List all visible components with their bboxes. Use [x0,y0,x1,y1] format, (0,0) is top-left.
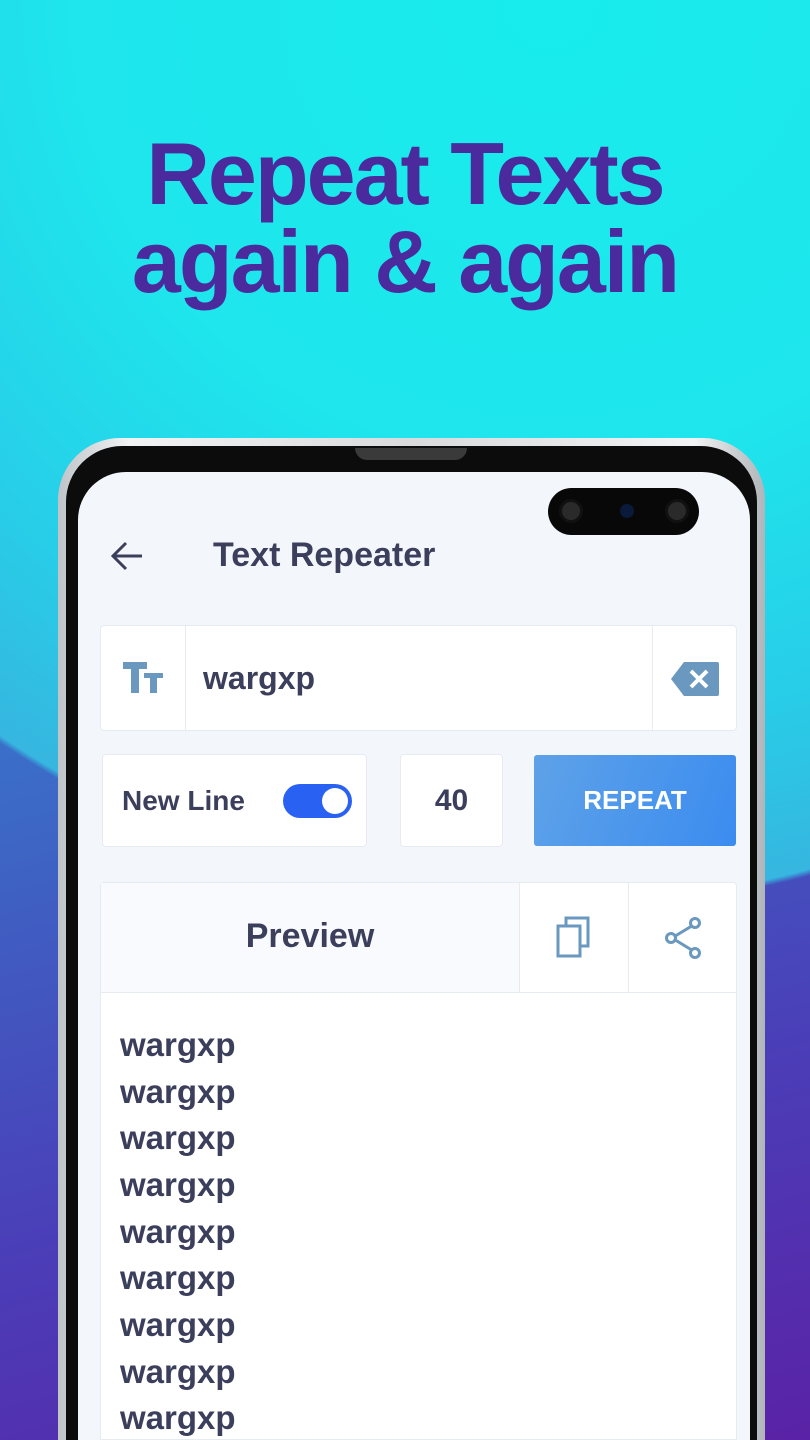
preview-line: wargxp [120,1399,236,1436]
new-line-label: New Line [122,785,245,816]
text-input-card [100,625,737,731]
share-icon[interactable] [664,917,704,959]
preview-line: wargxp [120,1353,236,1390]
promo-headline-line1: Repeat Texts [146,124,665,223]
preview-line: wargxp [120,1026,236,1063]
preview-line: wargxp [120,1119,236,1156]
preview-line: wargxp [120,1213,236,1250]
repeat-button[interactable]: REPEAT [534,755,736,846]
backspace-clear-icon[interactable] [671,662,719,696]
preview-line: wargxp [120,1306,236,1343]
front-camera [548,488,699,535]
preview-line: wargxp [120,1073,236,1110]
text-input[interactable]: wargxp [203,660,315,697]
preview-line: wargxp [120,1259,236,1296]
repeat-count-input[interactable]: 40 [400,754,503,847]
arrow-left-icon[interactable] [110,540,144,572]
new-line-toggle[interactable] [283,784,352,818]
copy-icon[interactable] [555,916,593,958]
promo-headline-line2: again & again [131,212,680,311]
preview-title: Preview [245,917,375,955]
phone-speaker [355,448,467,460]
preview-line: wargxp [120,1166,236,1203]
page-title: Text Repeater [213,536,436,574]
text-size-icon [123,662,163,693]
